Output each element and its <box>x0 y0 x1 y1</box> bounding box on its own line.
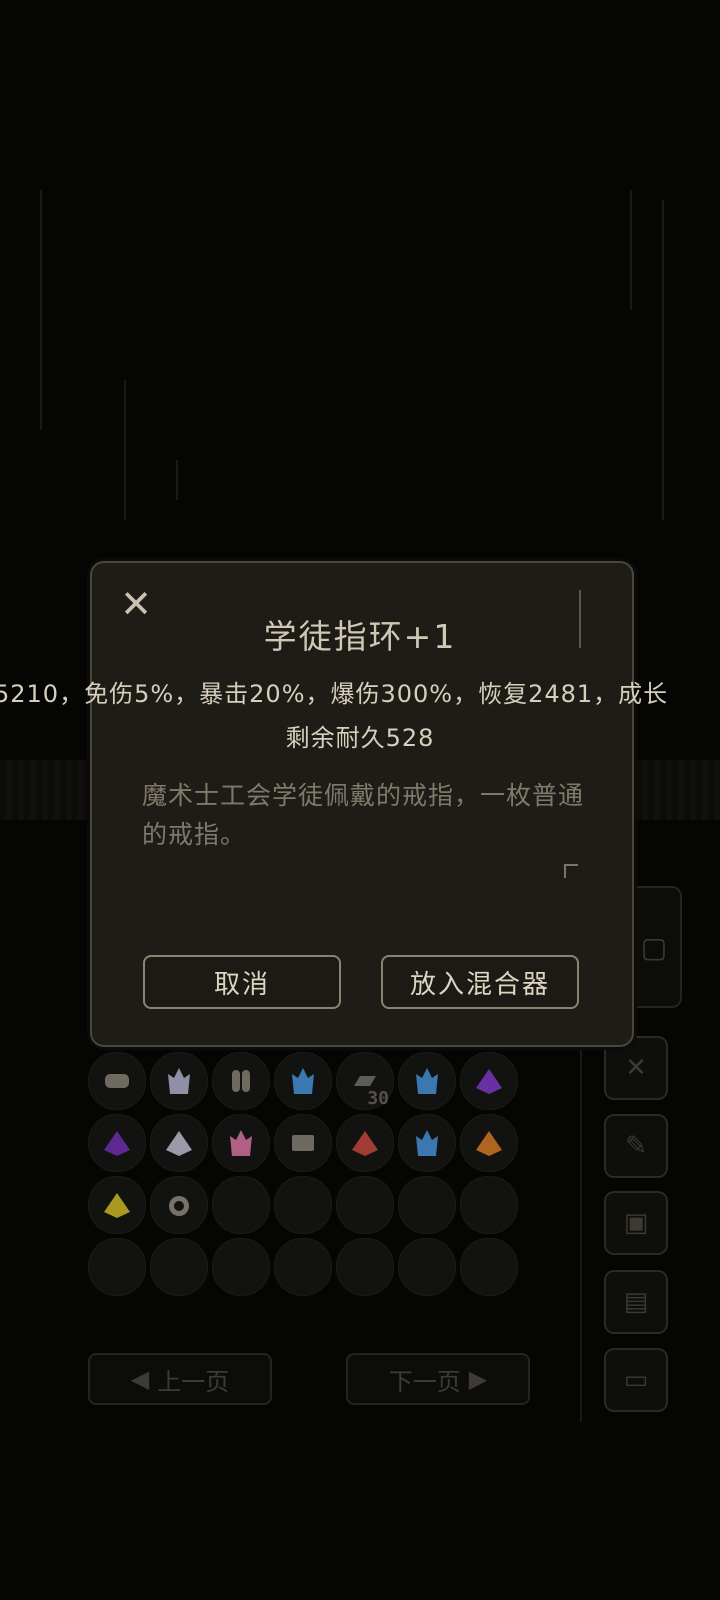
notes-side-button[interactable]: ✎ <box>604 1114 668 1178</box>
side-tab-button[interactable]: ▢ <box>626 886 682 1008</box>
inventory-slot[interactable] <box>274 1238 332 1296</box>
book-side-button[interactable]: ▤ <box>604 1270 668 1334</box>
inventory-slot[interactable] <box>212 1114 270 1172</box>
inventory-slot[interactable] <box>460 1052 518 1110</box>
item-quantity: 30 <box>367 1088 389 1109</box>
crystal-icon <box>416 1130 438 1156</box>
prev-page-label: 上一页 <box>157 1367 230 1396</box>
inventory-slot[interactable] <box>274 1052 332 1110</box>
inventory-slot[interactable] <box>88 1114 146 1172</box>
cancel-button[interactable]: 取消 <box>143 955 341 1009</box>
next-page-button[interactable]: 下一页 ▶ <box>346 1353 530 1405</box>
pyramid-icon <box>476 1131 502 1156</box>
next-page-label: 下一页 <box>388 1367 461 1396</box>
computer-icon: ▭ <box>623 1365 649 1395</box>
item-title: 学徒指环+1 <box>263 617 457 656</box>
scroll-icon <box>105 1074 129 1088</box>
chain-icon <box>232 1070 250 1092</box>
sword-icon: ✕ <box>625 1053 647 1083</box>
inventory-slot[interactable] <box>398 1052 456 1110</box>
inventory-slot[interactable] <box>398 1176 456 1234</box>
bg-line <box>176 460 178 500</box>
ring-icon <box>169 1196 189 1216</box>
crystal-icon <box>292 1068 314 1094</box>
inventory-slot[interactable] <box>88 1238 146 1296</box>
pyramid-icon <box>166 1131 192 1156</box>
arrow-left-icon: ◀ <box>130 1365 150 1393</box>
item-durability: 剩余耐久528 <box>285 724 435 752</box>
bg-line <box>630 190 632 310</box>
inventory-slot[interactable] <box>212 1238 270 1296</box>
item-stats: 5210，免伤5%，暴击20%，爆伤300%，恢复2481，成长 <box>0 680 669 708</box>
inventory-slot[interactable] <box>150 1114 208 1172</box>
inventory-slot[interactable] <box>336 1176 394 1234</box>
inventory-slot[interactable] <box>274 1176 332 1234</box>
inventory-slot[interactable] <box>150 1238 208 1296</box>
pyramid-icon <box>104 1131 130 1156</box>
note-icon: ✎ <box>625 1131 647 1161</box>
inventory-slot[interactable] <box>88 1176 146 1234</box>
inventory-slot[interactable] <box>336 1114 394 1172</box>
inventory-slot[interactable] <box>212 1052 270 1110</box>
inventory-slot[interactable] <box>336 1238 394 1296</box>
bg-line <box>662 200 664 520</box>
inventory-slot[interactable] <box>398 1114 456 1172</box>
map-icon: ▣ <box>623 1208 649 1238</box>
inventory-slot[interactable] <box>460 1114 518 1172</box>
computer-side-button[interactable]: ▭ <box>604 1348 668 1412</box>
put-in-mixer-button[interactable]: 放入混合器 <box>381 955 579 1009</box>
inventory-slot[interactable] <box>460 1238 518 1296</box>
prev-page-button[interactable]: ◀ 上一页 <box>88 1353 272 1405</box>
inventory-slot[interactable] <box>150 1052 208 1110</box>
crystal-icon <box>168 1068 190 1094</box>
inventory-slot[interactable] <box>88 1052 146 1110</box>
arrow-right-icon: ▶ <box>468 1365 488 1393</box>
pyramid-icon <box>352 1131 378 1156</box>
map-side-button[interactable]: ▣ <box>604 1191 668 1255</box>
card-icon <box>292 1135 314 1151</box>
inventory-slot[interactable] <box>274 1114 332 1172</box>
divider <box>579 590 581 648</box>
bg-line <box>124 380 126 520</box>
bg-line <box>40 190 42 430</box>
inventory-slot[interactable]: 30 <box>336 1052 394 1110</box>
inventory-slot[interactable] <box>460 1176 518 1234</box>
inventory-slot[interactable] <box>150 1176 208 1234</box>
item-description: 魔术士工会学徒佩戴的戒指，一枚普通的戒指。 <box>142 781 585 849</box>
pyramid-icon <box>104 1193 130 1218</box>
book-icon: ▤ <box>623 1287 649 1317</box>
corner-mark <box>564 864 578 878</box>
crystal-icon <box>416 1068 438 1094</box>
pyramid-icon <box>476 1069 502 1094</box>
inventory-slot[interactable] <box>398 1238 456 1296</box>
inventory-slot[interactable] <box>212 1176 270 1234</box>
crystal-icon <box>230 1130 252 1156</box>
